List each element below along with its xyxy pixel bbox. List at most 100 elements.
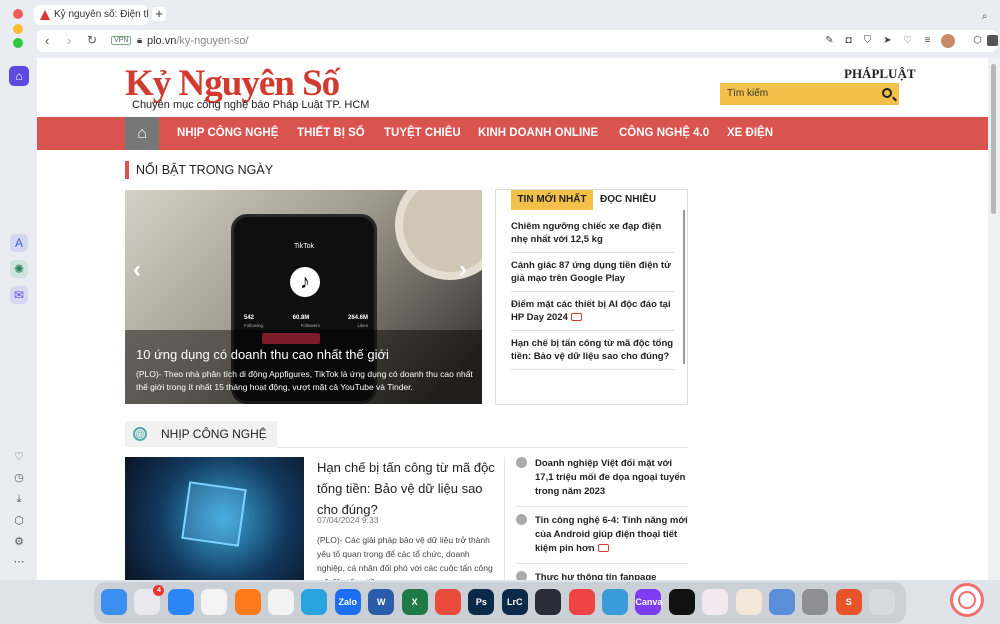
page-scrollbar[interactable] xyxy=(988,58,1000,580)
dock-app-preview-icon[interactable] xyxy=(602,589,628,615)
home-icon[interactable]: ⌂ xyxy=(9,66,29,86)
nav-item-cong-nghe-40[interactable]: CÔNG NGHỆ 4.0 xyxy=(619,117,709,150)
tab-active[interactable]: Kỷ nguyên số: Điện thoại xyxy=(34,5,148,25)
scrollbar-thumb[interactable] xyxy=(991,64,996,214)
dock-app-cooking-icon[interactable] xyxy=(735,589,762,615)
forward-icon[interactable]: › xyxy=(67,33,71,48)
heart-icon[interactable]: ♡ xyxy=(902,35,913,46)
search-placeholder: Tìm kiếm xyxy=(727,88,769,99)
prev-arrow-icon[interactable]: ‹ xyxy=(133,256,141,284)
download-icon[interactable]: ⤓ xyxy=(12,492,26,506)
tab-latest[interactable]: TIN MỚI NHẤT xyxy=(511,190,593,210)
nav-item-nhip-cong-nghe[interactable]: NHỊP CÔNG NGHỆ xyxy=(177,117,278,150)
dock-app-player-icon[interactable] xyxy=(568,589,595,615)
back-icon[interactable]: ‹ xyxy=(45,33,49,48)
address-bar[interactable]: ‹ › ↻ VPN 🔒︎ plo.vn/ky-nguyen-so/ ✎ ◘ ⛉ … xyxy=(37,30,998,52)
reload-icon[interactable]: ↻ xyxy=(87,33,97,47)
bullet-icon xyxy=(516,514,527,525)
dock-app-photos-icon[interactable] xyxy=(769,589,795,615)
send-icon[interactable]: ➤ xyxy=(882,35,893,46)
app-store-icon[interactable]: A xyxy=(10,234,28,252)
dock-app-system-settings-icon[interactable] xyxy=(802,589,829,615)
list-item[interactable]: Hạn chế bị tấn công từ mã độc tống tiền:… xyxy=(511,337,674,370)
dock-app-opera-icon[interactable] xyxy=(268,589,294,615)
dock-app-creative-cloud-icon[interactable] xyxy=(435,589,461,615)
article-image[interactable] xyxy=(125,457,304,580)
list-item[interactable]: Điểm mặt các thiết bị AI độc đáo tại HP … xyxy=(511,298,674,331)
section-title-tech[interactable]: NHỊP CÔNG NGHỆ xyxy=(161,427,267,441)
news-scrollbar[interactable] xyxy=(683,210,685,364)
nav-item-xe-dien[interactable]: XE ĐIỆN xyxy=(727,117,773,150)
extensions-icon[interactable]: ⬡ xyxy=(972,35,983,46)
phone-stat-labels: Following Followers Likes xyxy=(244,323,368,328)
dock-app-launchpad-icon[interactable]: 4 xyxy=(134,585,165,615)
article-title[interactable]: Hạn chế bị tấn công từ mã độc tống tiền:… xyxy=(317,457,497,520)
camera-icon xyxy=(597,544,609,553)
avatar[interactable] xyxy=(941,34,955,48)
messenger-icon[interactable]: ✉ xyxy=(10,286,28,304)
dock-app-capcut-icon[interactable] xyxy=(668,589,695,615)
screen-record-button[interactable] xyxy=(950,583,984,617)
more-icon[interactable]: ⋯ xyxy=(12,555,26,569)
dock-app-photoshop-icon[interactable]: Ps xyxy=(468,589,495,615)
edit-icon[interactable]: ✎ xyxy=(824,35,835,46)
dock-app-telegram-icon[interactable] xyxy=(301,589,328,615)
nav-item-tuyet-chieu[interactable]: TUYỆT CHIÊU xyxy=(384,117,461,150)
brand-logo[interactable]: PHÁPLUẬT xyxy=(844,66,916,82)
minimize-window-button[interactable] xyxy=(13,24,23,34)
dock-app-finder-icon[interactable] xyxy=(101,589,127,615)
url-path: /ky-nguyen-so/ xyxy=(176,35,249,47)
dock-app-word-icon[interactable]: W xyxy=(368,589,395,615)
settings-icon[interactable]: ⚙ xyxy=(12,535,26,549)
menu-icon[interactable]: ≡ xyxy=(922,35,933,46)
zoom-window-button[interactable] xyxy=(13,38,23,48)
site-favicon-icon xyxy=(40,10,50,20)
search-icon[interactable] xyxy=(882,88,892,98)
nav-item-thiet-bi-so[interactable]: THIẾT BỊ SỐ xyxy=(297,117,365,150)
dock-app-zalo-icon[interactable]: Zalo xyxy=(334,589,361,615)
search-tabs-icon[interactable]: ⌕ xyxy=(978,11,991,24)
tab-most-read[interactable]: ĐỌC NHIỀU xyxy=(600,190,656,210)
vpn-badge[interactable]: VPN xyxy=(111,36,132,45)
dock-app-chrome-icon[interactable] xyxy=(201,589,228,615)
dock-app-excel-icon[interactable]: X xyxy=(401,589,428,615)
chatgpt-icon[interactable]: ✺ xyxy=(10,260,28,278)
new-tab-button[interactable]: + xyxy=(152,7,166,21)
dock-app-arc-icon[interactable] xyxy=(702,589,729,615)
cube-icon[interactable]: ⬡ xyxy=(12,514,26,528)
latest-news-list: Chiêm ngưỡng chiếc xe đạp điện nhẹ nhất … xyxy=(511,220,674,376)
at-sign-icon: @ xyxy=(133,427,147,441)
hero-description: (PLO)- Theo nhà phân tích di động Appfig… xyxy=(136,369,473,392)
heart-icon[interactable]: ♡ xyxy=(12,450,26,464)
hero-title[interactable]: 10 ứng dụng có doanh thu cao nhất thế gi… xyxy=(136,347,389,362)
search-input[interactable]: Tìm kiếm xyxy=(720,83,899,105)
latest-news-box: TIN MỚI NHẤT ĐỌC NHIỀU Chiêm ngưỡng chiế… xyxy=(495,189,688,405)
dock-app-canva-icon[interactable]: Canva xyxy=(635,589,662,615)
close-window-button[interactable] xyxy=(13,9,23,19)
dock-app-lightroom-classic-icon[interactable]: LrC xyxy=(501,589,528,615)
side-article-title: Doanh nghiệp Việt đối mặt với 17,1 triệu… xyxy=(535,458,686,497)
dock-app-trash-icon[interactable] xyxy=(869,589,896,615)
url-text[interactable]: plo.vn/ky-nguyen-so/ xyxy=(147,35,249,47)
sidebar-toggle-icon[interactable] xyxy=(987,35,998,46)
list-item[interactable]: Tin công nghệ 6-4: Tính năng mới của And… xyxy=(515,514,688,564)
hero-article[interactable]: TikTok ♪ 542 60.8M 264.6M Following Foll… xyxy=(125,190,482,404)
history-icon[interactable]: ◷ xyxy=(12,471,26,485)
stat-label: Followers xyxy=(300,323,320,328)
main-nav: ⌂ NHỊP CÔNG NGHỆ THIẾT BỊ SỐ TUYỆT CHIÊU… xyxy=(37,117,988,150)
dock-app-safari-icon[interactable] xyxy=(167,589,194,615)
dock-app-firefox-icon[interactable] xyxy=(234,589,261,615)
home-icon[interactable]: ⌂ xyxy=(125,117,159,150)
nav-item-kinh-doanh-online[interactable]: KINH DOANH ONLINE xyxy=(478,117,598,150)
list-item[interactable]: Cảnh giác 87 ứng dụng tiền điện tử giả m… xyxy=(511,259,674,292)
dock-app-slides-icon[interactable]: S xyxy=(835,589,862,615)
list-item[interactable]: Thực hư thông tin fanpage xyxy=(515,571,688,580)
side-article-title: Thực hư thông tin fanpage xyxy=(535,572,657,580)
list-item[interactable]: Chiêm ngưỡng chiếc xe đạp điện nhẹ nhất … xyxy=(511,220,674,253)
next-arrow-icon[interactable]: › xyxy=(459,256,467,284)
shield-icon[interactable]: ⛉ xyxy=(862,35,873,46)
camera-icon[interactable]: ◘ xyxy=(843,35,854,46)
list-item[interactable]: Doanh nghiệp Việt đối mặt với 17,1 triệu… xyxy=(515,457,688,507)
camera-icon xyxy=(570,313,582,322)
dock-app-vectornator-icon[interactable] xyxy=(535,589,562,615)
